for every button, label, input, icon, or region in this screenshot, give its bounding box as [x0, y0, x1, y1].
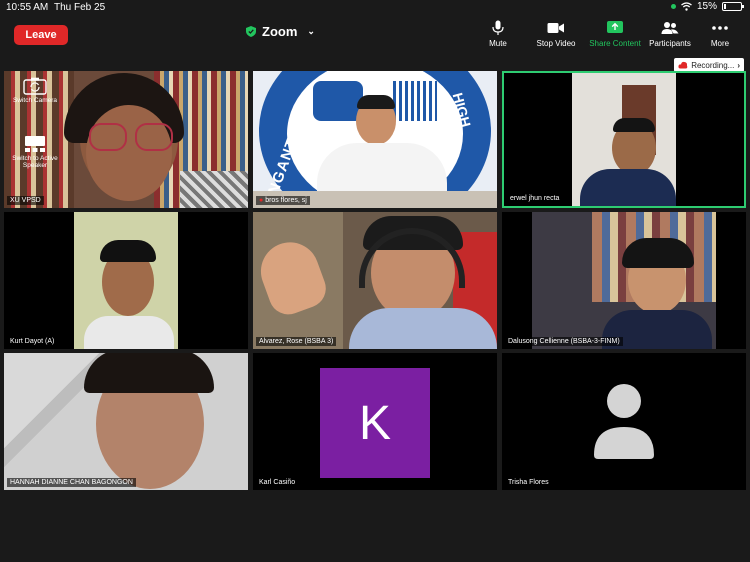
share-content-button[interactable]: Share Content: [585, 20, 645, 48]
participant-hair: [84, 353, 214, 393]
battery-percent: 15%: [696, 1, 717, 12]
participant-name: Trisha Flores: [505, 478, 552, 487]
participant-face-front: [86, 105, 172, 201]
video-tile[interactable]: Trisha Flores: [502, 353, 746, 490]
microphone-muted-icon: ●: [259, 197, 264, 204]
recording-indicator[interactable]: Recording... ›: [674, 58, 744, 72]
video-tile[interactable]: K Karl Casiño: [253, 353, 497, 490]
participants-icon: [661, 22, 679, 34]
video-tile[interactable]: Alvarez, Rose (BSBA 3): [253, 212, 497, 349]
battery-level: [724, 4, 726, 9]
navy-shirt: [580, 169, 676, 206]
battery-icon: [722, 2, 744, 11]
switch-speaker-label: Switch to Active Speaker: [12, 155, 58, 169]
meeting-title: Zoom: [262, 24, 298, 39]
recording-label: Recording...: [691, 60, 735, 70]
participant-name: ● bros flores, sj: [256, 196, 310, 205]
video-camera-icon: [547, 23, 564, 33]
chevron-right-icon: ›: [737, 60, 740, 70]
participant-hair: [357, 95, 395, 109]
participant-name: XU VPSD: [7, 196, 44, 205]
seal-wheat-emblem: [393, 81, 437, 121]
cloud-recording-icon: [678, 61, 688, 69]
video-tile[interactable]: Dalusong Cellienne (BSBA-3-FINM): [502, 212, 746, 349]
participant-name: Alvarez, Rose (BSBA 3): [256, 337, 337, 346]
light-blue-shirt: [349, 308, 497, 349]
white-shirt: [84, 316, 174, 349]
microphone-icon: [492, 20, 504, 35]
participant-hair: [613, 118, 655, 132]
participant-name: Karl Casiño: [256, 478, 299, 487]
meeting-title-dropdown[interactable]: Zoom ⌄: [246, 24, 315, 39]
status-bar: 10:55 AM Thu Feb 25 15%: [0, 0, 750, 14]
striped-shirt: [180, 171, 248, 208]
participant-hair: [100, 240, 156, 262]
switch-camera-icon: [23, 77, 47, 95]
wifi-icon: [681, 2, 692, 11]
participant-name: Dalusong Cellienne (BSBA-3-FINM): [505, 337, 623, 346]
video-feed: [4, 353, 248, 490]
share-content-label: Share Content: [589, 39, 641, 48]
stop-video-label: Stop Video: [536, 39, 576, 48]
switch-camera-button[interactable]: Switch Camera: [8, 77, 62, 104]
video-feed: [532, 212, 716, 349]
status-right: 15%: [670, 1, 744, 12]
camera-in-use-indicator: [670, 4, 676, 9]
stop-video-button[interactable]: Stop Video: [526, 20, 586, 48]
participant-name: HANNAH DIANNE CHAN BAGONGON: [7, 478, 136, 487]
video-feed: [74, 212, 178, 349]
switch-speaker-button[interactable]: Switch to Active Speaker: [8, 135, 62, 169]
participant-hair: [622, 238, 694, 268]
participants-label: Participants: [649, 39, 691, 48]
switch-camera-label: Switch Camera: [12, 97, 58, 104]
mute-button[interactable]: Mute: [468, 20, 528, 48]
leave-button[interactable]: Leave: [14, 25, 68, 45]
meeting-toolbar: Leave Zoom ⌄ Mute Stop Video Share Conte…: [0, 14, 750, 56]
participant-name: erwel jhun recta: [507, 194, 563, 203]
video-tile[interactable]: NGANTUCA HIGH SCHOO ● bros flores, sj: [253, 71, 497, 208]
participant-name: Kurt Dayot (A): [7, 337, 58, 346]
chevron-down-icon: ⌄: [307, 26, 315, 36]
video-feed: NGANTUCA HIGH SCHOO: [253, 71, 497, 208]
video-tile[interactable]: HANNAH DIANNE CHAN BAGONGON: [4, 353, 248, 490]
more-dots-icon: [712, 26, 728, 30]
more-button[interactable]: More: [690, 20, 750, 48]
video-feed: [253, 212, 497, 349]
video-tile[interactable]: Kurt Dayot (A): [4, 212, 248, 349]
default-avatar-icon: [594, 384, 654, 459]
active-speaker-icon: [25, 136, 45, 152]
status-time: 10:55 AM: [6, 2, 49, 13]
share-screen-icon: [607, 21, 623, 33]
video-tile[interactable]: Switch Camera Switch to Active Speaker X…: [4, 71, 248, 208]
status-date: Thu Feb 25: [54, 2, 106, 13]
encryption-shield-icon: [246, 26, 256, 37]
more-label: More: [710, 39, 730, 48]
participant-name-text: bros flores, sj: [265, 197, 307, 204]
glasses-right: [135, 123, 173, 151]
video-tile-active-speaker[interactable]: erwel jhun recta: [502, 71, 746, 208]
video-feed: [572, 73, 676, 206]
initial-avatar: K: [320, 368, 430, 478]
glasses-left: [89, 123, 127, 151]
mute-label: Mute: [489, 39, 507, 48]
